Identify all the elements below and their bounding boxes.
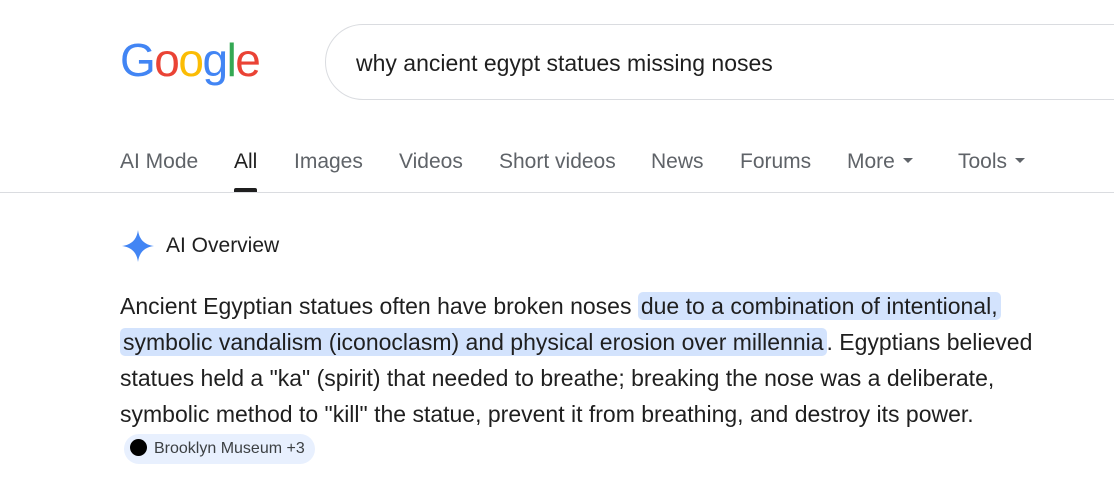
tab-all[interactable]: All	[234, 140, 258, 192]
tab-label: All	[234, 150, 258, 173]
tab-label: Short videos	[499, 150, 616, 173]
tabs-divider	[0, 192, 1114, 193]
source-chip-label: Brooklyn Museum +3	[154, 439, 305, 457]
tab-news[interactable]: News	[651, 140, 704, 192]
overview-text: Ancient Egyptian statues often have brok…	[120, 293, 638, 319]
search-tabs: AI Mode All Images Videos Short videos N…	[0, 140, 1114, 192]
tab-label: Forums	[740, 150, 812, 173]
tab-label: More	[847, 150, 895, 173]
tab-videos[interactable]: Videos	[399, 140, 463, 192]
tab-more[interactable]: More	[847, 140, 913, 192]
tab-label: News	[651, 150, 704, 173]
tab-forums[interactable]: Forums	[740, 140, 811, 192]
source-favicon-icon	[130, 439, 147, 457]
logo-letter: g	[202, 34, 228, 86]
tab-images[interactable]: Images	[294, 140, 363, 192]
tab-short-videos[interactable]: Short videos	[499, 140, 616, 192]
chevron-down-icon	[1015, 157, 1026, 163]
ai-overview-title: AI Overview	[166, 234, 280, 257]
tab-label: Tools	[958, 150, 1008, 173]
sparkle-icon	[122, 230, 154, 262]
tab-label: Videos	[399, 150, 463, 173]
logo-letter: o	[178, 34, 204, 86]
logo-letter: o	[154, 34, 180, 86]
search-input[interactable]: why ancient egypt statues missing noses	[356, 25, 773, 101]
tab-ai-mode[interactable]: AI Mode	[120, 140, 198, 192]
search-box[interactable]: why ancient egypt statues missing noses	[325, 24, 1114, 100]
tab-label: Images	[294, 150, 363, 173]
tools-button[interactable]: Tools	[958, 140, 1026, 192]
logo-letter: l	[226, 34, 237, 86]
tab-label: AI Mode	[120, 150, 199, 173]
chevron-down-icon	[902, 157, 913, 163]
ai-overview-text: Ancient Egyptian statues often have brok…	[120, 288, 1070, 468]
logo-letter: e	[235, 34, 261, 86]
source-chip[interactable]: Brooklyn Museum +3	[124, 433, 315, 464]
logo-letter: G	[120, 34, 156, 86]
google-logo[interactable]: Google	[120, 34, 261, 86]
